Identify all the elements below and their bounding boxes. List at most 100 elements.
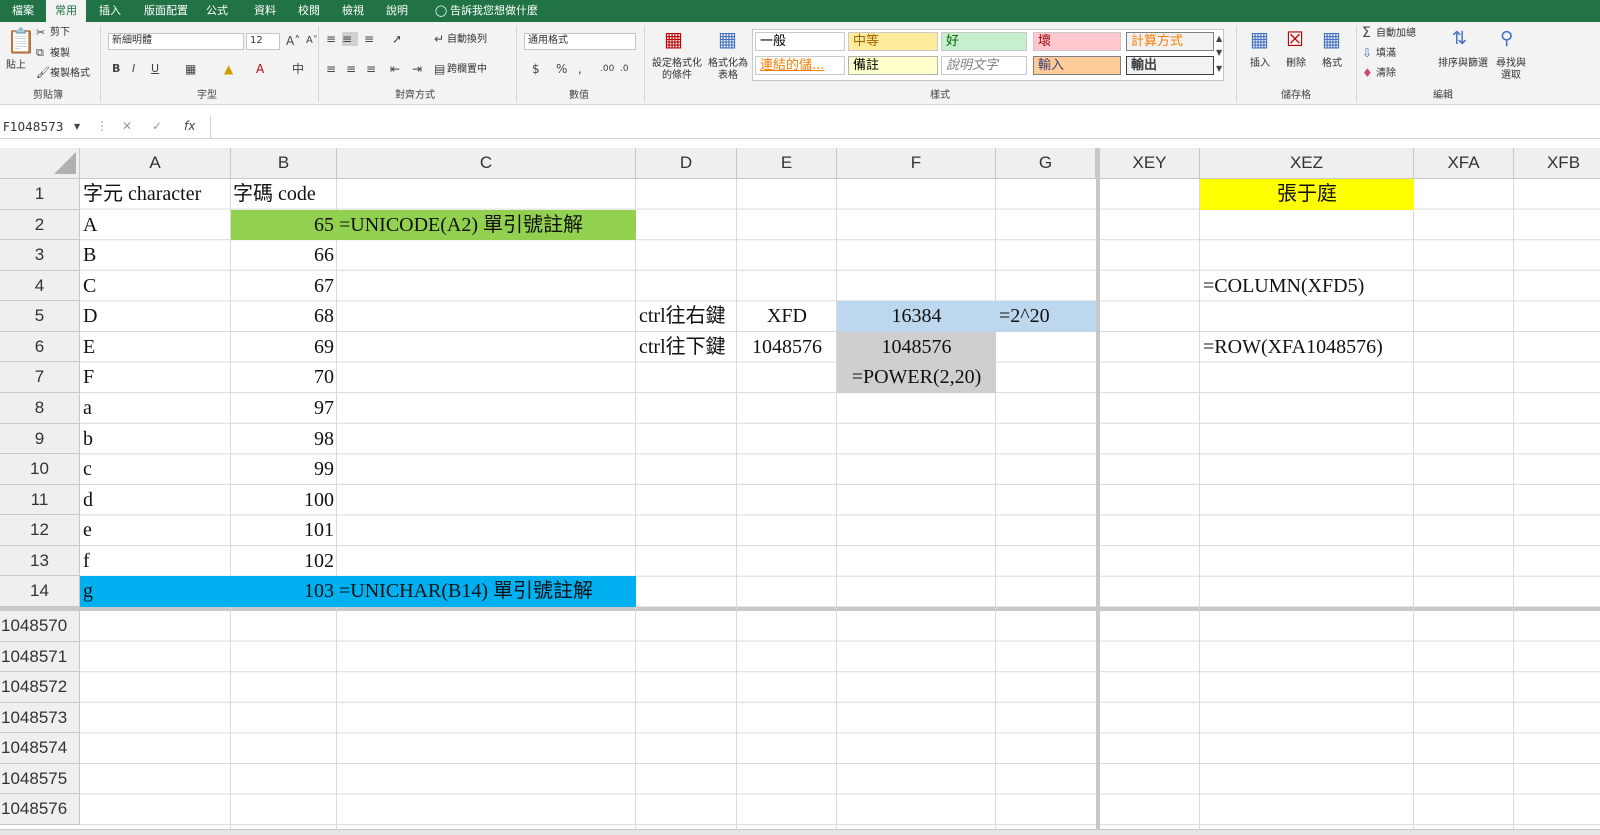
cut-button[interactable]: 剪下 [50, 27, 70, 39]
cell-a13[interactable]: f [83, 546, 90, 576]
style-good[interactable]: 好 [941, 32, 1027, 51]
currency-button[interactable]: $ [532, 62, 540, 76]
row-header[interactable]: 4 [0, 271, 80, 301]
column-header-xfb[interactable]: XFB [1514, 148, 1600, 179]
cell-b1[interactable]: 字碼 code [233, 179, 316, 209]
cell-b4[interactable]: 67 [231, 271, 334, 301]
style-output[interactable]: 輸出 [1126, 56, 1214, 75]
name-box-dropdown-icon[interactable]: ▼ [74, 120, 80, 134]
cell-xez6[interactable]: =ROW(XFA1048576) [1203, 332, 1383, 362]
gallery-scroll-up-icon[interactable]: ▲ [1216, 32, 1222, 46]
cell-a8[interactable]: a [83, 393, 92, 423]
fill-color-icon[interactable]: ▲ [224, 62, 233, 76]
cell-b8[interactable]: 97 [231, 393, 334, 423]
formula-input[interactable] [210, 115, 1600, 139]
row-header[interactable]: 1048573 [0, 703, 80, 733]
cell-b11[interactable]: 100 [231, 485, 334, 515]
cell-a7[interactable]: F [83, 362, 94, 392]
insert-function-button[interactable]: fx [184, 119, 195, 133]
font-size-select[interactable]: 12 [246, 33, 280, 50]
font-name-select[interactable]: 新細明體 [108, 33, 244, 50]
name-box[interactable]: F1048573 [0, 118, 84, 136]
cell-b5[interactable]: 68 [231, 301, 334, 331]
cell-a3[interactable]: B [83, 240, 96, 270]
copy-button[interactable]: 複製 [50, 48, 70, 60]
select-all-corner[interactable] [0, 148, 80, 179]
align-right-icon[interactable]: ≡ [366, 62, 376, 76]
conditional-format-button[interactable]: 設定格式化的條件 [652, 58, 702, 82]
cell-e5[interactable]: XFD [737, 301, 837, 331]
cell-b9[interactable]: 98 [231, 424, 334, 454]
wrap-text-button[interactable]: 自動換列 [447, 34, 487, 46]
border-icon[interactable]: ▦ [185, 62, 196, 76]
cell-a11[interactable]: d [83, 485, 93, 515]
cancel-icon[interactable]: ✕ [122, 119, 132, 133]
tab-file[interactable]: 檔案 [6, 0, 40, 22]
cell-c2[interactable]: =UNICODE(A2) 單引號註解 [339, 210, 583, 240]
style-calculation[interactable]: 計算方式 [1126, 32, 1214, 51]
merge-center-button[interactable]: 跨欄置中 [447, 64, 487, 76]
cell-a6[interactable]: E [83, 332, 95, 362]
increase-decimal-icon[interactable]: .00 [600, 62, 614, 76]
tab-insert[interactable]: 插入 [92, 0, 128, 22]
cell-a4[interactable]: C [83, 271, 96, 301]
column-header-g[interactable]: G [996, 148, 1096, 179]
bold-button[interactable]: B [112, 62, 120, 76]
tab-review[interactable]: 校閱 [292, 0, 326, 22]
clear-button[interactable]: 清除 [1376, 68, 1396, 80]
cell-f5[interactable]: 16384 [837, 301, 996, 331]
tell-me-search[interactable]: 告訴我您想做什麼 [450, 0, 550, 22]
column-header-e[interactable]: E [737, 148, 837, 179]
row-header[interactable]: 5 [0, 301, 80, 332]
cell-a14[interactable]: g [83, 576, 93, 606]
cell-a2[interactable]: A [83, 210, 97, 240]
row-header[interactable]: 1048572 [0, 672, 80, 703]
row-header[interactable]: 2 [0, 210, 80, 240]
gallery-scroll-down-icon[interactable]: ▼ [1216, 46, 1222, 60]
cell-b7[interactable]: 70 [231, 362, 334, 392]
cell-b2[interactable]: 65 [231, 210, 334, 240]
row-header[interactable]: 6 [0, 332, 80, 362]
underline-button[interactable]: U [151, 62, 159, 76]
fill-button[interactable]: 填滿 [1376, 48, 1396, 60]
style-linked-cell[interactable]: 連結的儲... [755, 56, 845, 75]
cell-g5[interactable]: =2^20 [999, 301, 1050, 331]
column-header-a[interactable]: A [80, 148, 231, 179]
cell-b12[interactable]: 101 [231, 515, 334, 545]
increase-indent-icon[interactable]: ⇥ [412, 62, 422, 76]
enter-icon[interactable]: ✓ [152, 119, 162, 133]
row-header[interactable]: 9 [0, 424, 80, 454]
row-header[interactable]: 1048576 [0, 794, 80, 825]
tab-view[interactable]: 檢視 [336, 0, 370, 22]
sort-filter-button[interactable]: 排序與篩選 [1438, 58, 1488, 70]
find-select-button[interactable]: 尋找與選取 [1494, 58, 1528, 82]
cell-f7[interactable]: =POWER(2,20) [837, 362, 996, 392]
style-input[interactable]: 輸入 [1033, 56, 1121, 75]
decrease-decimal-icon[interactable]: .0 [620, 62, 629, 76]
tab-help[interactable]: 說明 [380, 0, 414, 22]
tab-data[interactable]: 資料 [248, 0, 282, 22]
cell-d5[interactable]: ctrl往右鍵 [639, 301, 726, 331]
increase-font-icon[interactable]: A˄ [286, 34, 300, 48]
row-header[interactable]: 7 [0, 362, 80, 393]
cell-e6[interactable]: 1048576 [737, 332, 837, 362]
cell-a5[interactable]: D [83, 301, 97, 331]
cell-a10[interactable]: c [83, 454, 92, 484]
column-header-b[interactable]: B [231, 148, 337, 179]
align-middle-icon[interactable]: ≡ [342, 32, 358, 46]
row-header[interactable]: 8 [0, 393, 80, 424]
delete-cells-button[interactable]: 刪除 [1286, 58, 1306, 70]
tab-page-layout[interactable]: 版面配置 [138, 0, 194, 22]
italic-button[interactable]: I [132, 62, 135, 76]
decrease-font-icon[interactable]: A˅ [306, 34, 318, 48]
row-header[interactable]: 3 [0, 240, 80, 271]
align-top-icon[interactable]: ≡ [326, 32, 336, 46]
row-header[interactable]: 1048574 [0, 733, 80, 764]
row-header[interactable]: 11 [0, 485, 80, 515]
column-header-xey[interactable]: XEY [1100, 148, 1200, 179]
number-format-select[interactable]: 通用格式 [524, 33, 636, 50]
cell-xez1[interactable]: 張于庭 [1200, 179, 1414, 209]
style-bad[interactable]: 壞 [1033, 32, 1121, 51]
row-header[interactable]: 10 [0, 454, 80, 485]
gallery-more-icon[interactable]: ▼ [1216, 62, 1222, 76]
